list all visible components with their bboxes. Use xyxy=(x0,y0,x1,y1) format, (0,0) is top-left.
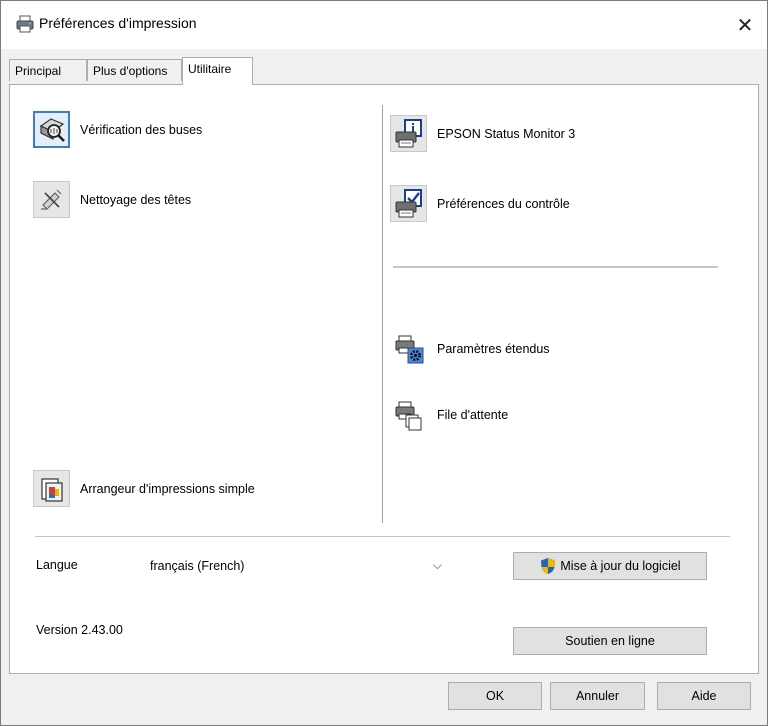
status-monitor-tool[interactable]: EPSON Status Monitor 3 xyxy=(390,115,575,152)
extended-settings-icon xyxy=(395,335,423,363)
nozzle-check-tool[interactable]: Vérification des buses xyxy=(33,111,202,148)
help-label: Aide xyxy=(691,689,717,703)
window-title: Préférences d'impression xyxy=(39,15,197,31)
monitoring-preferences-tool[interactable]: Préférences du contrôle xyxy=(390,185,570,222)
tab-plus-options[interactable]: Plus d'options xyxy=(87,59,182,81)
bottom-divider xyxy=(35,536,730,537)
print-arranger-label: Arrangeur d'impressions simple xyxy=(80,481,255,496)
head-cleaning-label: Nettoyage des têtes xyxy=(80,192,192,207)
help-button[interactable]: Aide xyxy=(657,682,751,710)
status-monitor-icon xyxy=(395,118,422,147)
monitoring-preferences-label: Préférences du contrôle xyxy=(437,196,570,211)
cancel-label: Annuler xyxy=(575,689,620,703)
print-arranger-button[interactable] xyxy=(33,470,70,507)
status-monitor-label: EPSON Status Monitor 3 xyxy=(437,126,576,141)
monitoring-preferences-button[interactable] xyxy=(390,185,427,222)
language-select[interactable]: français (French) ⌵ xyxy=(146,556,448,578)
printing-preferences-window: Préférences d'impression ✕ Principal Plu… xyxy=(0,0,768,726)
cancel-button[interactable]: Annuler xyxy=(550,682,645,710)
print-queue-icon xyxy=(395,401,421,430)
print-arranger-tool[interactable]: Arrangeur d'impressions simple xyxy=(33,470,255,507)
shield-icon xyxy=(541,558,556,574)
nozzle-check-label: Vérification des buses xyxy=(80,122,203,137)
version-text: Version 2.43.00 xyxy=(36,623,123,637)
monitoring-preferences-icon xyxy=(395,188,422,217)
tab-utilitaire[interactable]: Utilitaire xyxy=(182,57,253,85)
nozzle-check-icon xyxy=(39,117,65,142)
utility-panel: Vérification des buses Nettoyage des têt… xyxy=(9,84,759,674)
nozzle-check-button[interactable] xyxy=(33,111,70,148)
print-arranger-icon xyxy=(40,477,63,502)
head-cleaning-tool[interactable]: Nettoyage des têtes xyxy=(33,181,191,218)
language-label: Langue xyxy=(36,558,78,572)
language-selected-value: français (French) xyxy=(150,559,245,573)
print-queue-button[interactable] xyxy=(390,396,427,433)
status-monitor-button[interactable] xyxy=(390,115,427,152)
close-button[interactable]: ✕ xyxy=(723,1,767,49)
chevron-down-icon: ⌵ xyxy=(432,558,442,572)
extended-settings-label: Paramètres étendus xyxy=(437,341,550,356)
software-update-label: Mise à jour du logiciel xyxy=(560,559,681,573)
online-support-button[interactable]: Soutien en ligne xyxy=(513,627,707,655)
close-icon: ✕ xyxy=(736,14,754,37)
software-update-button[interactable]: Mise à jour du logiciel xyxy=(513,552,707,580)
print-queue-label: File d'attente xyxy=(437,407,509,422)
head-cleaning-button[interactable] xyxy=(33,181,70,218)
column-divider xyxy=(382,105,383,523)
right-column-divider xyxy=(393,266,718,268)
print-queue-tool[interactable]: File d'attente xyxy=(390,396,508,433)
extended-settings-tool[interactable]: Paramètres étendus xyxy=(390,330,550,367)
extended-settings-button[interactable] xyxy=(390,330,427,367)
ok-button[interactable]: OK xyxy=(448,682,542,710)
ok-label: OK xyxy=(485,689,505,703)
printer-icon xyxy=(16,15,34,33)
online-support-label: Soutien en ligne xyxy=(565,634,655,648)
tab-principal[interactable]: Principal xyxy=(9,59,87,81)
title-bar: Préférences d'impression ✕ xyxy=(1,1,767,49)
head-cleaning-icon xyxy=(40,189,61,210)
